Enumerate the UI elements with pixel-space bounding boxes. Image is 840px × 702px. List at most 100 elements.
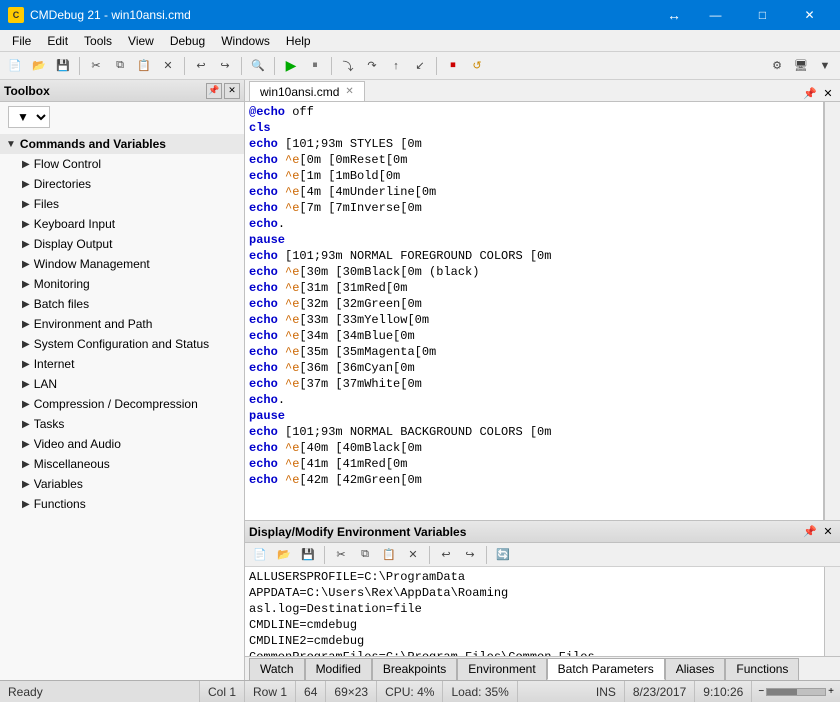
tb-extra3[interactable]: ▼ [814,55,836,77]
bt-copy[interactable]: ⧉ [354,544,376,566]
code-line: echo ^e[41m [41mRed[0m [249,456,819,472]
tb-restart[interactable]: ↺ [466,55,488,77]
bt-cut[interactable]: ✂ [330,544,352,566]
tab-environment[interactable]: Environment [457,658,546,680]
status-date-text: 8/23/2017 [633,685,686,699]
close-button[interactable]: ✕ [787,0,832,30]
tb-run[interactable]: ▶ [280,55,302,77]
tb-new[interactable]: 📄 [4,55,26,77]
tab-close-icon[interactable]: ✕ [345,86,353,97]
tab-batch-params[interactable]: Batch Parameters [547,658,665,680]
tb-save[interactable]: 💾 [52,55,74,77]
bt-undo[interactable]: ↩ [435,544,457,566]
tb-open[interactable]: 📂 [28,55,50,77]
toolbox-item-monitoring[interactable]: ▶ Monitoring [0,274,244,294]
bt-delete[interactable]: ✕ [402,544,424,566]
menu-windows[interactable]: Windows [213,32,278,50]
editor-scrollbar[interactable] [824,102,840,520]
tb-extra2[interactable]: 🖥 [790,55,812,77]
toolbox-item-compression[interactable]: ▶ Compression / Decompression [0,394,244,414]
item-arrow: ▶ [22,279,30,290]
tab-aliases[interactable]: Aliases [665,658,726,680]
menu-tools[interactable]: Tools [76,32,120,50]
editor-tab-win10ansi[interactable]: win10ansi.cmd ✕ [249,81,365,101]
bottom-panel-pin[interactable]: 📌 [802,524,818,540]
toolbox-item-directories[interactable]: ▶ Directories [0,174,244,194]
bt-new[interactable]: 📄 [249,544,271,566]
bottom-scrollbar[interactable] [824,567,840,656]
toolbox-item-tasks[interactable]: ▶ Tasks [0,414,244,434]
code-editor[interactable]: @echo off cls echo [101;93m STYLES [0m e… [245,102,824,520]
bt-refresh[interactable]: 🔄 [492,544,514,566]
tb-delete[interactable]: ✕ [157,55,179,77]
bottom-panel-close[interactable]: ✕ [820,524,836,540]
bt-save[interactable]: 💾 [297,544,319,566]
tb-extra1[interactable]: ⚙ [766,55,788,77]
zoom-slider[interactable] [766,688,826,696]
title-bar: C CMDebug 21 - win10ansi.cmd ↔ — □ ✕ [0,0,840,30]
menu-view[interactable]: View [120,32,162,50]
status-cpu-text: CPU: 4% [385,685,434,699]
bt-paste[interactable]: 📋 [378,544,400,566]
toolbox-item-env[interactable]: ▶ Environment and Path [0,314,244,334]
main-content: Toolbox 📌 ✕ ▼ ▼ Commands and Variables ▶… [0,80,840,680]
code-line: echo ^e[37m [37mWhite[0m [249,376,819,392]
tb-find[interactable]: 🔍 [247,55,269,77]
toolbox-section-header[interactable]: ▼ Commands and Variables [0,134,244,154]
status-load: Load: 35% [443,681,517,702]
toolbox-item-functions[interactable]: ▶ Functions [0,494,244,514]
item-label: Batch files [34,297,89,311]
toolbox-item-lan[interactable]: ▶ LAN [0,374,244,394]
toolbox-item-sysconfig[interactable]: ▶ System Configuration and Status [0,334,244,354]
tb-undo[interactable]: ↩ [190,55,212,77]
tb-step-back[interactable]: ↙ [409,55,431,77]
toolbox-pin-btn[interactable]: 📌 [206,83,222,99]
tb-redo[interactable]: ↪ [214,55,236,77]
tb-step-out[interactable]: ↑ [385,55,407,77]
menu-file[interactable]: File [4,32,39,50]
toolbox-item-video[interactable]: ▶ Video and Audio [0,434,244,454]
toolbox-item-internet[interactable]: ▶ Internet [0,354,244,374]
bt-open[interactable]: 📂 [273,544,295,566]
tab-breakpoints[interactable]: Breakpoints [372,658,457,680]
toolbox-close-btn[interactable]: ✕ [224,83,240,99]
tb-pause[interactable]: ⏸ [304,55,326,77]
tab-watch[interactable]: Watch [249,658,305,680]
bt-redo[interactable]: ↪ [459,544,481,566]
tb-paste[interactable]: 📋 [133,55,155,77]
menu-debug[interactable]: Debug [162,32,213,50]
tab-functions[interactable]: Functions [725,658,799,680]
tb-stop[interactable]: ⏹ [442,55,464,77]
editor-pin-btn[interactable]: 📌 [802,85,818,101]
tb-cut[interactable]: ✂ [85,55,107,77]
tb-step-over[interactable]: ↷ [361,55,383,77]
toolbox-item-misc[interactable]: ▶ Miscellaneous [0,454,244,474]
toolbox-item-display[interactable]: ▶ Display Output [0,234,244,254]
tab-modified[interactable]: Modified [305,658,372,680]
menu-help[interactable]: Help [278,32,319,50]
toolbox-item-window[interactable]: ▶ Window Management [0,254,244,274]
status-num: 64 [296,681,326,702]
toolbox-item-files[interactable]: ▶ Files [0,194,244,214]
toolbox-item-batch[interactable]: ▶ Batch files [0,294,244,314]
editor-close-btn[interactable]: ✕ [820,85,836,101]
zoom-in-btn[interactable]: + [828,686,834,697]
tb-copy[interactable]: ⧉ [109,55,131,77]
tb-step-in[interactable]: ⤵ [337,55,359,77]
maximize-button[interactable]: □ [740,0,785,30]
status-row-text: Row 1 [253,685,287,699]
toolbox-item-variables[interactable]: ▶ Variables [0,474,244,494]
status-col: Col 1 [200,681,245,702]
item-label: Files [34,197,59,211]
bt-sep1 [324,546,325,564]
toolbox-item-keyboard[interactable]: ▶ Keyboard Input [0,214,244,234]
menu-edit[interactable]: Edit [39,32,76,50]
code-line: echo. [249,216,819,232]
env-vars-panel[interactable]: ALLUSERSPROFILE=C:\ProgramData APPDATA=C… [245,567,824,656]
status-row: Row 1 [245,681,296,702]
toolbox-item-flow[interactable]: ▶ Flow Control [0,154,244,174]
zoom-out-btn[interactable]: − [758,686,764,697]
minimize-button[interactable]: — [693,0,738,30]
toolbox-dropdown[interactable]: ▼ [8,106,50,128]
status-time: 9:10:26 [695,681,752,702]
